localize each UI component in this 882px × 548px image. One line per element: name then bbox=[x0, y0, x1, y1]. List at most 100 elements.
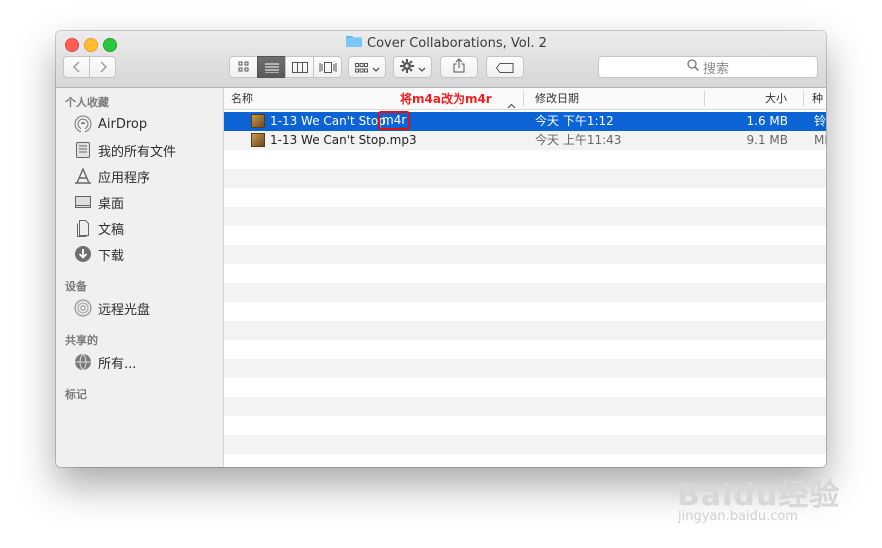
row-stripe bbox=[224, 283, 826, 302]
chevron-left-icon bbox=[72, 58, 81, 77]
file-name[interactable]: 1-13 We Can't Stop.mp3 bbox=[270, 131, 417, 150]
shared-header: 共享的 bbox=[65, 334, 98, 347]
window-title: Cover Collaborations, Vol. 2 bbox=[367, 36, 547, 51]
window-title-area: Cover Collaborations, Vol. 2 bbox=[346, 34, 547, 52]
table-row[interactable]: 1-13 We Can't Stop. m4r 今天 下午1:12 1.6 MB… bbox=[224, 92, 826, 131]
downloads-icon bbox=[73, 244, 93, 264]
row-stripe bbox=[224, 245, 826, 264]
list-icon bbox=[264, 58, 279, 77]
row-stripe bbox=[224, 188, 826, 207]
row-stripe bbox=[224, 321, 826, 340]
all-files-icon bbox=[73, 140, 93, 160]
sidebar-item-applications[interactable]: 应用程序 bbox=[73, 165, 150, 187]
search-icon bbox=[687, 59, 699, 75]
sidebar-item-label: 所有... bbox=[98, 356, 137, 372]
zoom-button[interactable] bbox=[103, 38, 117, 52]
search-placeholder: 搜索 bbox=[702, 61, 729, 77]
file-extension-highlight: m4r bbox=[378, 111, 411, 130]
album-art-icon bbox=[251, 114, 265, 128]
file-date: 今天 下午1:12 bbox=[535, 114, 614, 128]
arrange-button[interactable] bbox=[348, 56, 386, 78]
back-button[interactable] bbox=[63, 56, 90, 78]
disc-icon bbox=[73, 298, 93, 318]
applications-icon bbox=[73, 166, 93, 186]
album-art-icon bbox=[251, 133, 265, 147]
column-size[interactable]: 大小 bbox=[765, 88, 787, 109]
sidebar-item-airdrop[interactable]: AirDrop bbox=[73, 113, 147, 135]
row-stripe bbox=[224, 169, 826, 188]
row-stripe bbox=[224, 435, 826, 454]
row-stripe bbox=[224, 397, 826, 416]
sidebar: 个人收藏 AirDrop 我的所有文件 应用程序 桌面 文稿 下载 设备 远程光… bbox=[56, 88, 224, 467]
forward-button[interactable] bbox=[89, 56, 116, 78]
favorites-header: 个人收藏 bbox=[65, 96, 109, 109]
devices-header: 设备 bbox=[65, 280, 87, 293]
row-stripe bbox=[224, 340, 826, 359]
column-divider[interactable] bbox=[523, 91, 524, 106]
row-stripe bbox=[224, 264, 826, 283]
chevron-down-icon bbox=[372, 58, 380, 77]
tags-header: 标记 bbox=[65, 388, 87, 401]
desktop-icon bbox=[73, 192, 93, 212]
row-stripe bbox=[224, 416, 826, 435]
icon-view-button[interactable] bbox=[229, 56, 258, 78]
row-stripe bbox=[224, 207, 826, 226]
file-kind: MP bbox=[814, 133, 826, 147]
table-row[interactable]: 1-13 We Can't Stop.mp3 今天 上午11:43 9.1 MB… bbox=[224, 131, 826, 150]
row-stripe bbox=[224, 302, 826, 321]
coverflow-view-button[interactable] bbox=[313, 56, 342, 78]
column-kind[interactable]: 种类 bbox=[812, 88, 826, 126]
sidebar-item-label: 桌面 bbox=[98, 196, 125, 212]
grid-icon bbox=[238, 58, 250, 77]
sidebar-item-documents[interactable]: 文稿 bbox=[73, 217, 124, 239]
column-view-button[interactable] bbox=[285, 56, 314, 78]
arrange-grid-icon bbox=[354, 58, 368, 77]
sidebar-item-downloads[interactable]: 下载 bbox=[73, 243, 124, 265]
file-size: 9.1 MB bbox=[746, 133, 788, 147]
share-button[interactable] bbox=[440, 56, 478, 78]
documents-icon bbox=[73, 218, 93, 238]
action-button[interactable] bbox=[393, 56, 432, 78]
chevron-down-icon bbox=[418, 58, 426, 77]
sidebar-item-desktop[interactable]: 桌面 bbox=[73, 191, 124, 213]
sidebar-item-all-files[interactable]: 我的所有文件 bbox=[73, 139, 176, 161]
sidebar-item-label: 我的所有文件 bbox=[98, 144, 177, 160]
file-date: 今天 上午11:43 bbox=[535, 133, 622, 147]
close-button[interactable] bbox=[65, 38, 79, 52]
file-kind: 铃 bbox=[814, 114, 826, 128]
search-input[interactable]: 搜索 bbox=[598, 56, 818, 78]
column-divider[interactable] bbox=[803, 91, 804, 106]
toolbar: Cover Collaborations, Vol. 2 搜索 bbox=[56, 31, 826, 88]
row-stripe bbox=[224, 359, 826, 378]
annotation-label: 将m4a改为m4r bbox=[400, 92, 492, 106]
list-view-button[interactable] bbox=[257, 56, 286, 78]
row-stripe bbox=[224, 454, 826, 467]
sidebar-item-label: 远程光盘 bbox=[98, 302, 151, 318]
finder-window: Cover Collaborations, Vol. 2 搜索 个人收藏 Air… bbox=[56, 31, 826, 467]
coverflow-icon bbox=[319, 58, 337, 77]
watermark-logo: Baidu经验 bbox=[677, 478, 841, 513]
file-list: 名称 修改日期 大小 种类 1-13 We Can't Stop. m4r 今天… bbox=[224, 88, 826, 467]
share-icon bbox=[453, 57, 465, 77]
minimize-button[interactable] bbox=[84, 38, 98, 52]
sidebar-item-label: AirDrop bbox=[98, 116, 148, 132]
tags-button[interactable] bbox=[486, 56, 524, 78]
column-date[interactable]: 修改日期 bbox=[535, 88, 579, 109]
tag-icon bbox=[495, 58, 514, 77]
column-divider[interactable] bbox=[704, 91, 705, 106]
row-stripe bbox=[224, 226, 826, 245]
file-size: 1.6 MB bbox=[746, 114, 788, 128]
sidebar-item-all-shared[interactable]: 所有... bbox=[73, 351, 136, 373]
gear-icon bbox=[399, 58, 414, 77]
airdrop-icon bbox=[73, 114, 93, 134]
sidebar-item-remote-disc[interactable]: 远程光盘 bbox=[73, 297, 150, 319]
row-stripe bbox=[224, 378, 826, 397]
network-globe-icon bbox=[73, 352, 93, 372]
sidebar-item-label: 应用程序 bbox=[98, 170, 151, 186]
sidebar-item-label: 下载 bbox=[98, 248, 125, 264]
sidebar-item-label: 文稿 bbox=[98, 222, 125, 238]
file-name[interactable]: 1-13 We Can't Stop. bbox=[270, 112, 390, 131]
column-name[interactable]: 名称 bbox=[231, 88, 253, 109]
watermark-url: jingyan.baidu.com bbox=[678, 509, 798, 524]
column-header: 名称 修改日期 大小 种类 bbox=[224, 88, 826, 126]
